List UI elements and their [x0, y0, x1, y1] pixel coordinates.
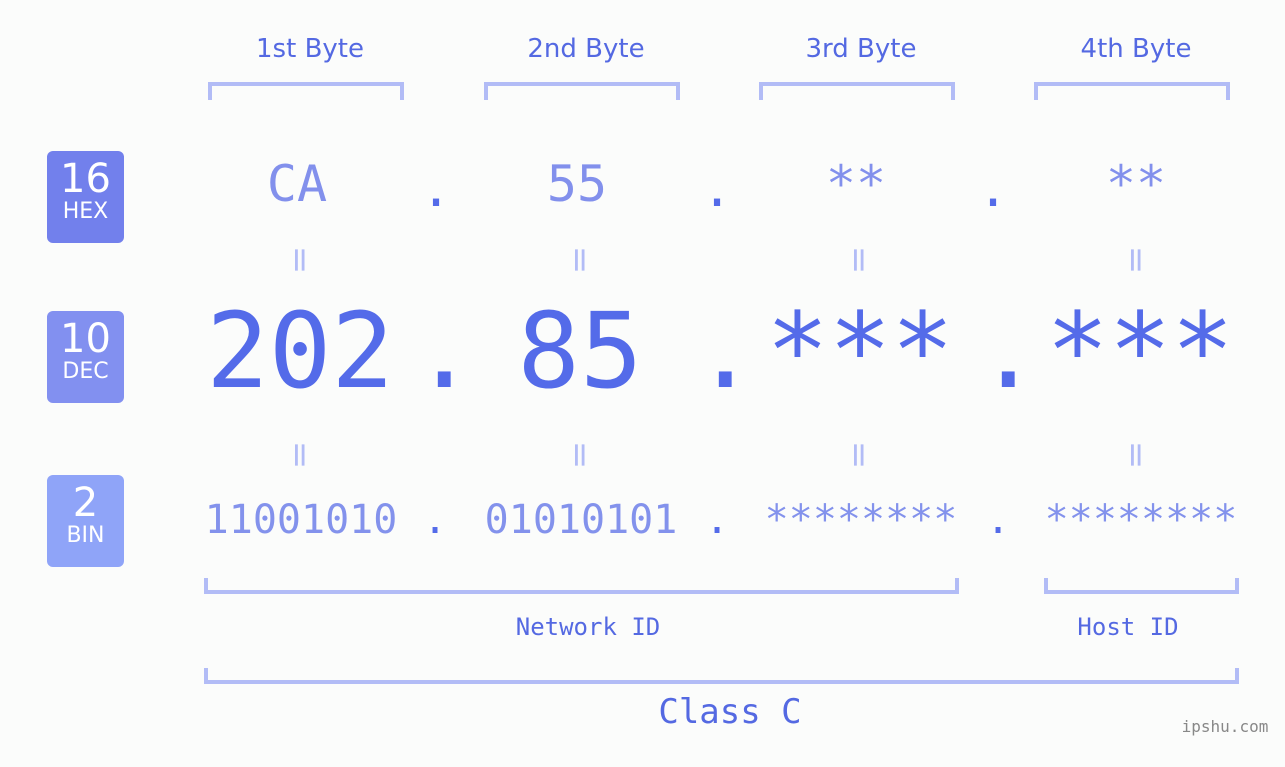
byte-label-3: 3rd Byte	[805, 34, 917, 64]
bin-byte-1: 11001010	[204, 497, 398, 543]
dec-base-label: DEC	[62, 359, 109, 384]
equals-sign: =	[280, 440, 320, 470]
dec-dot-3: .	[977, 290, 1040, 412]
byte-label-2: 2nd Byte	[527, 34, 645, 64]
equals-sign: =	[839, 440, 879, 470]
host-id-bracket	[1044, 578, 1239, 594]
dec-badge: 10 DEC	[47, 311, 124, 403]
hex-byte-2: 55	[546, 155, 608, 213]
hex-dot-3: .	[977, 160, 1009, 218]
equals-sign: =	[280, 245, 320, 275]
host-id-label: Host ID	[1077, 613, 1179, 641]
equals-sign: =	[1116, 245, 1156, 275]
byte-label-1: 1st Byte	[256, 34, 364, 64]
bin-badge: 2 BIN	[47, 475, 124, 567]
hex-dot-1: .	[420, 160, 452, 218]
bin-dot-3: .	[985, 497, 1011, 543]
bin-base-number: 2	[72, 480, 99, 526]
bin-byte-4: ********	[1044, 497, 1238, 543]
equals-sign: =	[839, 245, 879, 275]
hex-byte-4: **	[1105, 155, 1167, 213]
bin-dot-1: .	[422, 497, 448, 543]
byte-bracket-3	[759, 82, 955, 100]
hex-badge: 16 HEX	[47, 151, 124, 243]
footer-watermark: ipshu.com	[1181, 717, 1269, 736]
class-label: Class C	[658, 692, 802, 732]
equals-sign: =	[560, 245, 600, 275]
network-id-bracket	[204, 578, 959, 594]
dec-byte-1: 202	[206, 290, 394, 412]
bin-base-label: BIN	[66, 523, 105, 548]
hex-base-label: HEX	[62, 199, 109, 224]
network-id-label: Network ID	[515, 613, 661, 641]
dec-dot-2: .	[694, 290, 757, 412]
byte-bracket-1	[208, 82, 404, 100]
dec-byte-4: ***	[1046, 290, 1234, 412]
byte-bracket-4	[1034, 82, 1230, 100]
dec-byte-2: 85	[517, 290, 643, 412]
dec-byte-3: ***	[766, 290, 954, 412]
bin-byte-3: ********	[764, 497, 958, 543]
hex-base-number: 16	[60, 156, 111, 202]
equals-sign: =	[560, 440, 600, 470]
equals-sign: =	[1116, 440, 1156, 470]
bin-byte-2: 01010101	[484, 497, 678, 543]
byte-label-4: 4th Byte	[1080, 34, 1192, 64]
hex-byte-3: **	[825, 155, 887, 213]
dec-base-number: 10	[60, 316, 111, 362]
class-bracket	[204, 668, 1239, 684]
hex-byte-1: CA	[266, 155, 328, 213]
bin-dot-2: .	[704, 497, 730, 543]
dec-dot-1: .	[413, 290, 476, 412]
byte-bracket-2	[484, 82, 680, 100]
hex-dot-2: .	[701, 160, 733, 218]
